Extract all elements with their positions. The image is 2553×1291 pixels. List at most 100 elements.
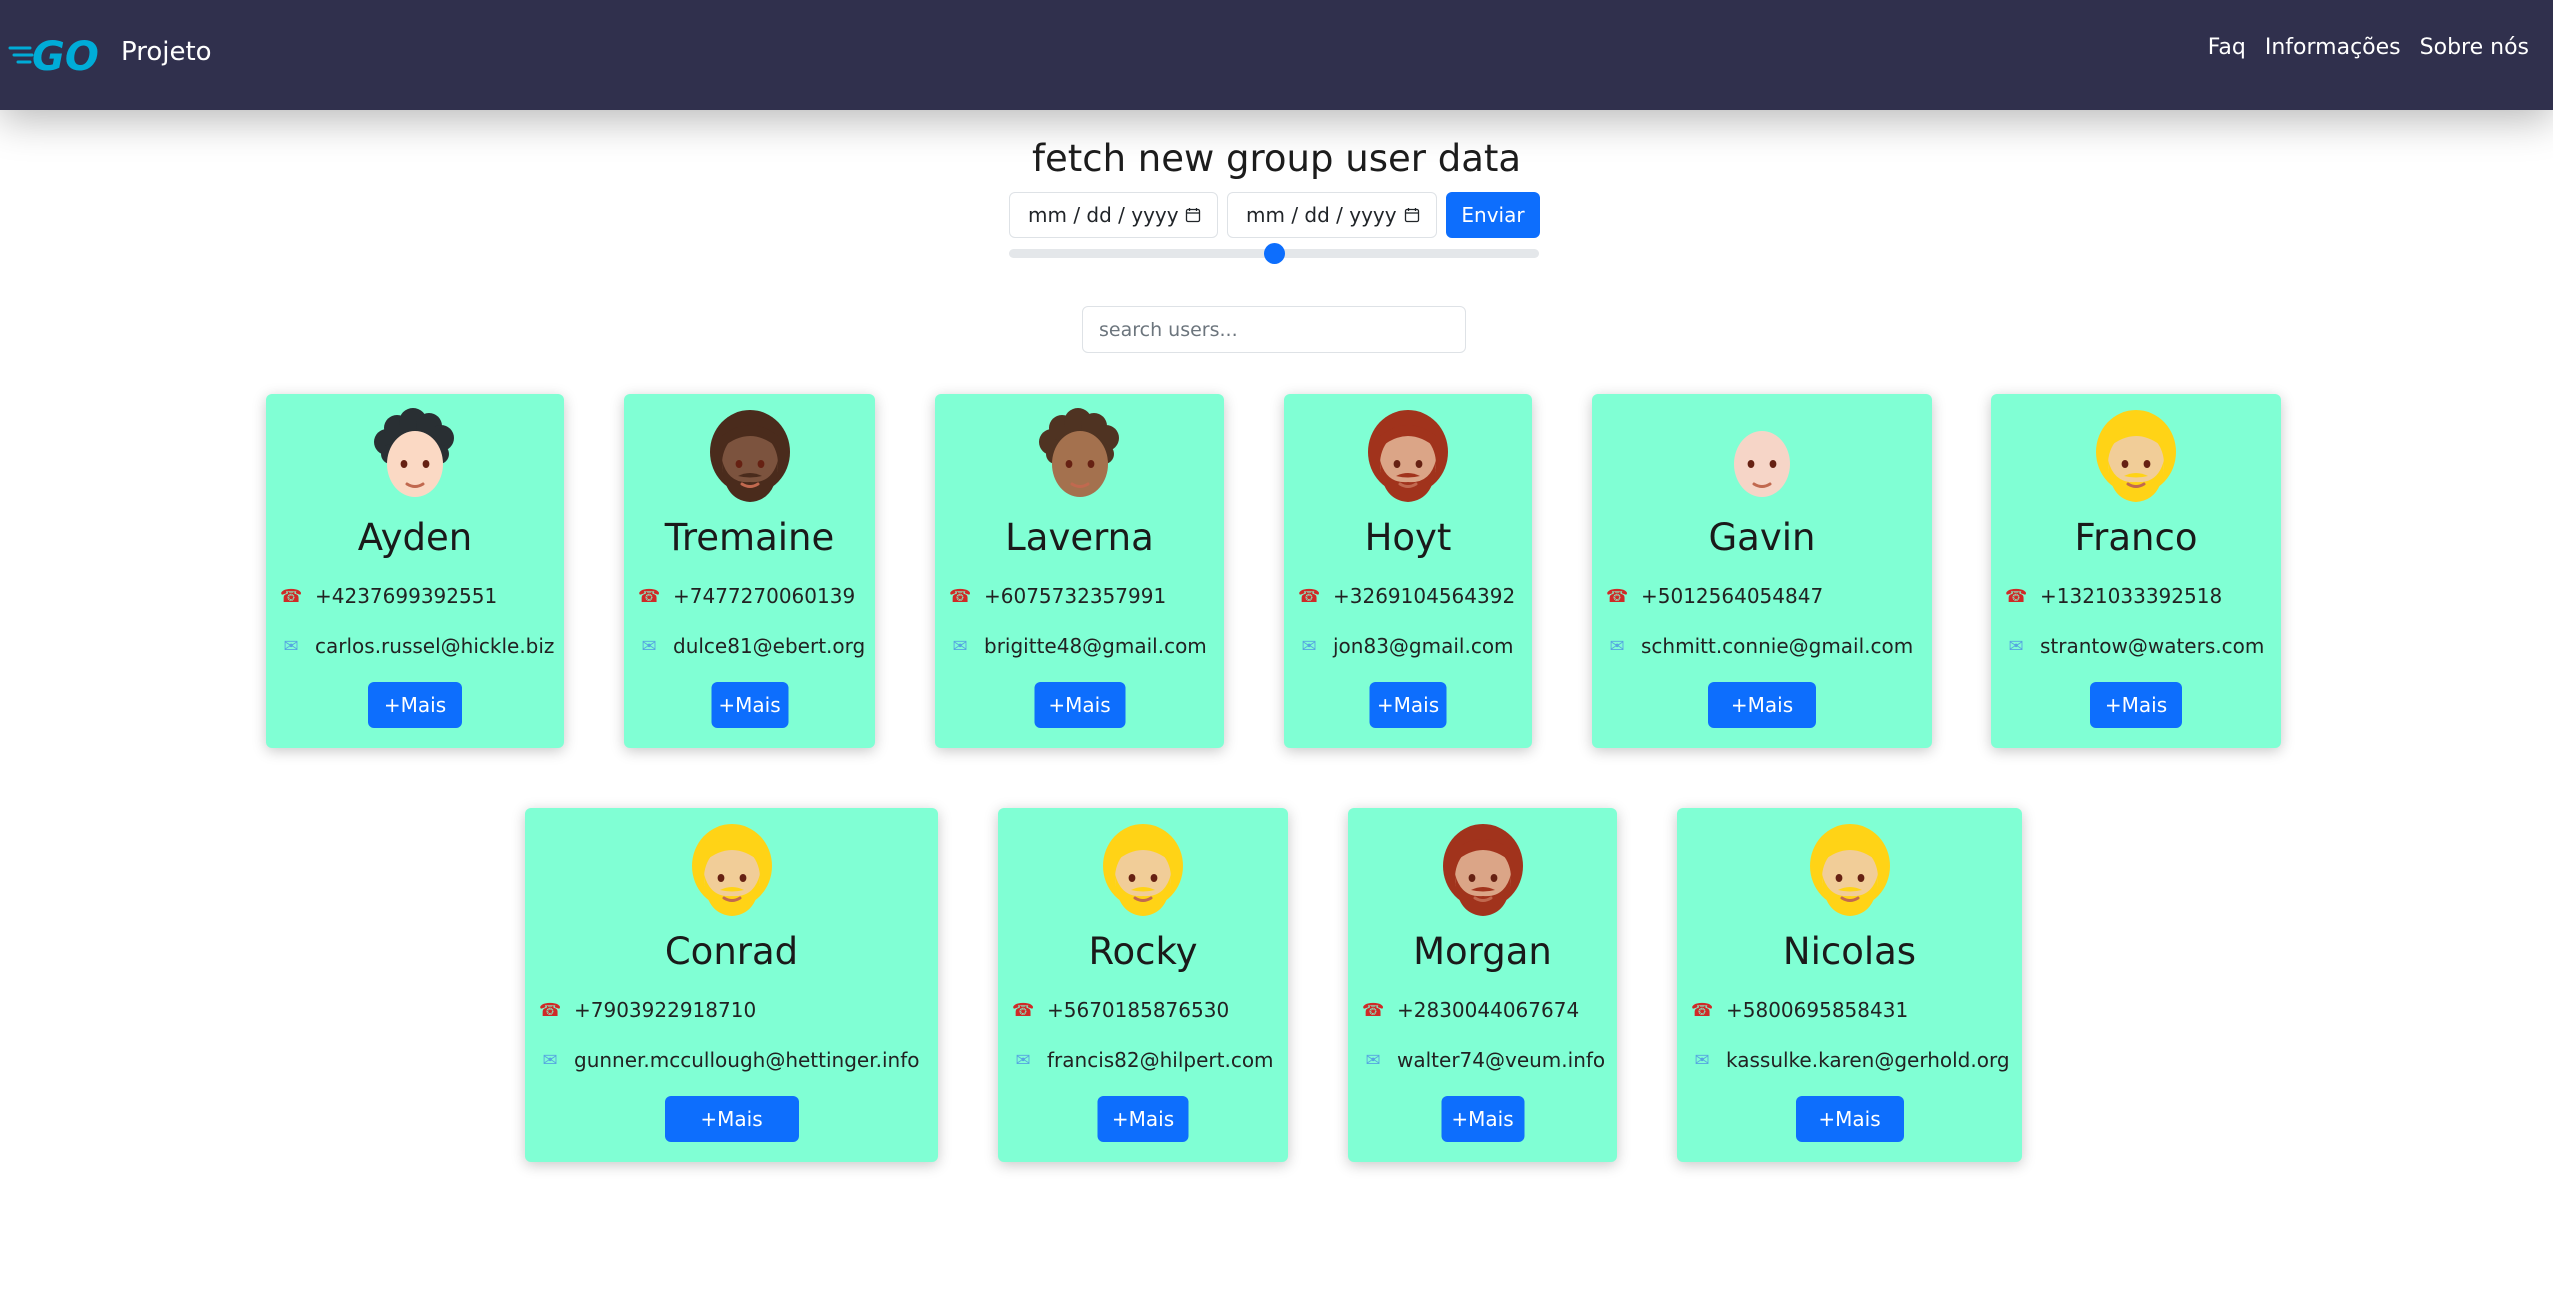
user-phone-value: +4237699392551 xyxy=(315,584,498,608)
envelope-icon: ✉ xyxy=(641,635,657,657)
more-info-button[interactable]: +Mais xyxy=(1369,682,1447,728)
user-name: Ayden xyxy=(357,516,473,559)
calendar-icon[interactable] xyxy=(1404,207,1420,223)
more-info-button[interactable]: +Mais xyxy=(1097,1096,1189,1142)
user-avatar-icon xyxy=(1368,410,1448,502)
more-info-button[interactable]: +Mais xyxy=(664,1096,799,1142)
user-name: Nicolas xyxy=(1782,930,1917,973)
end-date-input[interactable]: mm / dd / yyyy xyxy=(1227,192,1437,238)
user-name: Rocky xyxy=(1088,930,1198,973)
user-email: ✉ brigitte48@gmail.com xyxy=(949,634,1214,658)
user-card: Laverna ☎ +6075732357991 ✉ brigitte48@gmail.… xyxy=(935,394,1224,748)
nav-link-sobre-nos[interactable]: Sobre nós xyxy=(2420,35,2529,60)
user-avatar-icon xyxy=(709,410,790,502)
more-info-button[interactable]: +Mais xyxy=(2090,682,2182,728)
user-email: ✉ jon83@gmail.com xyxy=(1298,634,1522,658)
user-email: ✉ gunner.mccullough@hettinger.info xyxy=(539,1048,928,1072)
search-users-input[interactable] xyxy=(1082,306,1466,353)
user-email-value: walter74@veum.info xyxy=(1397,1048,1606,1072)
user-email-value: brigitte48@gmail.com xyxy=(984,634,1207,658)
user-card: Rocky ☎ +5670185876530 ✉ francis82@hilpert.c… xyxy=(998,808,1288,1162)
more-info-button[interactable]: +Mais xyxy=(1708,682,1816,728)
user-phone: ☎ +3269104564392 xyxy=(1298,584,1522,608)
envelope-icon: ✉ xyxy=(283,635,299,657)
user-card: Nicolas ☎ +5800695858431 ✉ kassulke.karen@ge… xyxy=(1677,808,2022,1162)
more-info-button[interactable]: +Mais xyxy=(368,682,462,728)
user-card: Conrad ☎ +7903922918710 ✉ gunner.mccullough@… xyxy=(525,808,938,1162)
user-name: Gavin xyxy=(1708,516,1816,559)
user-name: Laverna xyxy=(1005,516,1154,559)
end-date-placeholder: mm / dd / yyyy xyxy=(1246,203,1397,227)
user-name: Tremaine xyxy=(664,516,835,559)
telephone-icon: ☎ xyxy=(1691,999,1714,1021)
user-phone: ☎ +1321033392518 xyxy=(2005,584,2271,608)
user-phone-value: +7477270060139 xyxy=(673,584,856,608)
telephone-icon: ☎ xyxy=(1606,585,1629,607)
user-name: Conrad xyxy=(664,930,799,973)
user-email: ✉ francis82@hilpert.com xyxy=(1012,1048,1278,1072)
user-name: Hoyt xyxy=(1364,516,1452,559)
user-card: Morgan ☎ +2830044067674 ✉ walter74@veum.info… xyxy=(1348,808,1617,1162)
telephone-icon: ☎ xyxy=(1012,999,1035,1021)
envelope-icon: ✉ xyxy=(1609,635,1625,657)
brand-logo[interactable]: GO xyxy=(8,32,110,78)
user-phone-value: +5012564054847 xyxy=(1641,584,1824,608)
user-phone: ☎ +7903922918710 xyxy=(539,998,928,1022)
user-avatar-icon xyxy=(1038,408,1119,497)
slider-thumb[interactable] xyxy=(1264,243,1285,264)
telephone-icon: ☎ xyxy=(280,585,303,607)
user-phone-value: +6075732357991 xyxy=(984,584,1167,608)
group-size-slider[interactable] xyxy=(1009,243,1539,264)
more-info-button[interactable]: +Mais xyxy=(1441,1096,1524,1142)
user-phone-value: +2830044067674 xyxy=(1397,998,1580,1022)
user-email-value: schmitt.connie@gmail.com xyxy=(1641,634,1914,658)
user-phone: ☎ +5800695858431 xyxy=(1691,998,2012,1022)
envelope-icon: ✉ xyxy=(1694,1049,1710,1071)
user-phone: ☎ +2830044067674 xyxy=(1362,998,1607,1022)
user-email-value: kassulke.karen@gerhold.org xyxy=(1726,1048,2010,1072)
enviar-button[interactable]: Enviar xyxy=(1446,192,1540,238)
calendar-icon[interactable] xyxy=(1185,207,1201,223)
user-phone: ☎ +5670185876530 xyxy=(1012,998,1278,1022)
user-avatar-icon xyxy=(2096,410,2176,502)
telephone-icon: ☎ xyxy=(638,585,661,607)
envelope-icon: ✉ xyxy=(542,1049,558,1071)
more-info-button[interactable]: +Mais xyxy=(1034,682,1125,728)
user-email: ✉ strantow@waters.com xyxy=(2005,634,2271,658)
user-email-value: francis82@hilpert.com xyxy=(1047,1048,1274,1072)
start-date-input[interactable]: mm / dd / yyyy xyxy=(1009,192,1218,238)
nav-link-faq[interactable]: Faq xyxy=(2208,35,2246,60)
user-email-value: carlos.russel@hickle.biz xyxy=(315,634,555,658)
fetch-title: fetch new group user data xyxy=(1031,137,1522,180)
user-phone-value: +7903922918710 xyxy=(574,998,757,1022)
start-date-placeholder: mm / dd / yyyy xyxy=(1028,203,1179,227)
user-name: Morgan xyxy=(1413,930,1552,973)
user-avatar-icon xyxy=(1809,824,1890,916)
user-card: Ayden ☎ +4237699392551 ✉ carlos.russel@hickl… xyxy=(266,394,564,748)
user-card: Tremaine ☎ +7477270060139 ✉ dulce81@ebert.or… xyxy=(624,394,875,748)
brand-name[interactable]: Projeto xyxy=(121,37,212,67)
more-info-button[interactable]: +Mais xyxy=(1795,1096,1904,1142)
more-info-button[interactable]: +Mais xyxy=(711,682,788,728)
user-phone-value: +3269104564392 xyxy=(1333,584,1516,608)
user-name: Franco xyxy=(2074,516,2198,559)
user-avatar-icon xyxy=(1103,824,1183,916)
user-phone-value: +5800695858431 xyxy=(1726,998,1909,1022)
user-email: ✉ kassulke.karen@gerhold.org xyxy=(1691,1048,2012,1072)
user-phone: ☎ +4237699392551 xyxy=(280,584,554,608)
envelope-icon: ✉ xyxy=(952,635,968,657)
user-avatar-icon xyxy=(374,408,454,497)
user-card: Hoyt ☎ +3269104564392 ✉ jon83@gmail.com +Mais xyxy=(1284,394,1532,748)
nav-links: Faq Informações Sobre nós xyxy=(2208,35,2529,60)
user-card: Franco ☎ +1321033392518 ✉ strantow@waters.co… xyxy=(1991,394,2281,748)
telephone-icon: ☎ xyxy=(539,999,562,1021)
user-email-value: dulce81@ebert.org xyxy=(673,634,866,658)
user-phone: ☎ +7477270060139 xyxy=(638,584,865,608)
envelope-icon: ✉ xyxy=(1301,635,1317,657)
user-email: ✉ carlos.russel@hickle.biz xyxy=(280,634,554,658)
envelope-icon: ✉ xyxy=(1015,1049,1031,1071)
user-avatar-icon xyxy=(691,824,772,916)
nav-link-informacoes[interactable]: Informações xyxy=(2265,35,2401,60)
user-avatar-icon xyxy=(1734,431,1790,497)
telephone-icon: ☎ xyxy=(2005,585,2028,607)
